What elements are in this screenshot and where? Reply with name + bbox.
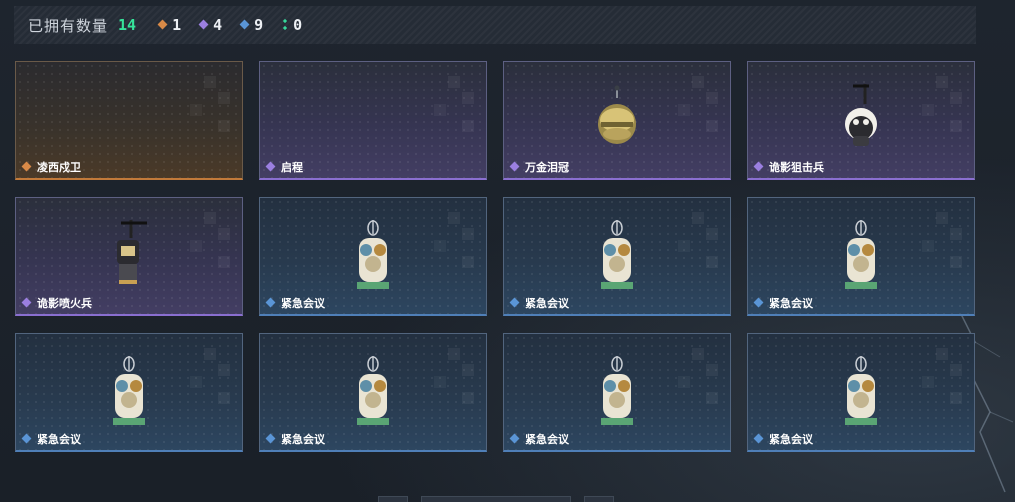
item-name: 诡影狙击兵 xyxy=(769,161,824,174)
item-label: 紧急会议 xyxy=(510,295,569,311)
item-art-meeting-charm xyxy=(839,356,883,434)
item-name: 紧急会议 xyxy=(525,433,569,446)
collection-screen: 已拥有数量 14 1 4 9 0 凌西戍卫 启程 万金泪冠 诡影狙击兵 诡影喷火… xyxy=(0,0,1015,502)
item-label: 紧急会议 xyxy=(22,431,81,447)
item-card[interactable]: 万金泪冠 xyxy=(503,61,731,180)
purple-rarity-diamond-icon xyxy=(266,162,276,172)
item-art-meeting-charm xyxy=(839,220,883,298)
item-art-sniper-charm xyxy=(839,84,883,160)
item-name: 紧急会议 xyxy=(769,297,813,310)
orange-rarity-diamond-icon xyxy=(158,20,168,30)
item-art-flamer-charm xyxy=(107,220,151,296)
item-art-meeting-charm xyxy=(351,220,395,298)
orange-rarity-count: 1 xyxy=(158,16,181,34)
purple-rarity-diamond-icon xyxy=(199,20,209,30)
next-page-button[interactable] xyxy=(584,496,614,502)
green-rarity-icon xyxy=(283,19,288,31)
item-name: 万金泪冠 xyxy=(525,161,569,174)
item-card[interactable]: 诡影喷火兵 xyxy=(15,197,243,316)
item-art-meeting-charm xyxy=(595,356,639,434)
item-art-meeting-charm xyxy=(107,356,151,434)
item-card[interactable]: 紧急会议 xyxy=(259,333,487,452)
item-name: 紧急会议 xyxy=(281,297,325,310)
prev-page-button[interactable] xyxy=(378,496,408,502)
blue-rarity-diamond-icon xyxy=(266,298,276,308)
item-card[interactable]: 诡影狙击兵 xyxy=(747,61,975,180)
orange-rarity-diamond-icon xyxy=(22,162,32,172)
item-grid: 凌西戍卫 启程 万金泪冠 诡影狙击兵 诡影喷火兵 紧急会议 紧急会议 紧急会议 … xyxy=(15,61,975,452)
blue-rarity-diamond-icon xyxy=(22,434,32,444)
item-name: 启程 xyxy=(281,161,303,174)
blue-rarity-diamond-icon xyxy=(266,434,276,444)
item-art-meeting-charm xyxy=(351,356,395,434)
item-label: 启程 xyxy=(266,159,303,175)
blue-rarity-diamond-icon xyxy=(754,434,764,444)
blue-rarity-diamond-icon xyxy=(510,298,520,308)
item-art-golden-egg-charm xyxy=(595,84,639,152)
item-card[interactable]: 紧急会议 xyxy=(15,333,243,452)
purple-rarity-diamond-icon xyxy=(22,298,32,308)
item-card[interactable]: 紧急会议 xyxy=(259,197,487,316)
item-name: 紧急会议 xyxy=(525,297,569,310)
item-card[interactable]: 紧急会议 xyxy=(747,197,975,316)
blue-rarity-diamond-icon xyxy=(510,434,520,444)
item-label: 紧急会议 xyxy=(266,295,325,311)
item-card[interactable]: 紧急会议 xyxy=(503,333,731,452)
purple-rarity-diamond-icon xyxy=(510,162,520,172)
item-label: 万金泪冠 xyxy=(510,159,569,175)
card-square-pattern xyxy=(378,76,478,146)
item-card[interactable]: 凌西戍卫 xyxy=(15,61,243,180)
item-name: 紧急会议 xyxy=(281,433,325,446)
item-card[interactable]: 紧急会议 xyxy=(747,333,975,452)
green-rarity-count: 0 xyxy=(281,16,302,34)
card-square-pattern xyxy=(134,76,234,146)
purple-rarity-diamond-icon xyxy=(754,162,764,172)
item-card[interactable]: 启程 xyxy=(259,61,487,180)
purple-rarity-count: 4 xyxy=(199,16,222,34)
item-label: 紧急会议 xyxy=(266,431,325,447)
purple-count-value: 4 xyxy=(213,16,223,34)
green-count-value: 0 xyxy=(293,16,303,34)
item-label: 紧急会议 xyxy=(754,295,813,311)
owned-total-count: 14 xyxy=(118,16,137,34)
item-name: 诡影喷火兵 xyxy=(37,297,92,310)
item-name: 凌西戍卫 xyxy=(37,161,81,174)
owned-count-title: 已拥有数量 xyxy=(28,16,109,35)
pagination xyxy=(378,496,614,502)
blue-rarity-diamond-icon xyxy=(754,298,764,308)
item-label: 凌西戍卫 xyxy=(22,159,81,175)
orange-count-value: 1 xyxy=(172,16,182,34)
blue-rarity-diamond-icon xyxy=(240,20,250,30)
item-card[interactable]: 紧急会议 xyxy=(503,197,731,316)
item-name: 紧急会议 xyxy=(769,433,813,446)
item-label: 紧急会议 xyxy=(754,431,813,447)
page-indicator xyxy=(421,496,571,502)
item-name: 紧急会议 xyxy=(37,433,81,446)
item-label: 诡影喷火兵 xyxy=(22,295,92,311)
item-art-meeting-charm xyxy=(595,220,639,298)
blue-count-value: 9 xyxy=(254,16,264,34)
item-label: 紧急会议 xyxy=(510,431,569,447)
ownership-summary-bar: 已拥有数量 14 1 4 9 0 xyxy=(14,6,976,44)
item-label: 诡影狙击兵 xyxy=(754,159,824,175)
blue-rarity-count: 9 xyxy=(240,16,263,34)
